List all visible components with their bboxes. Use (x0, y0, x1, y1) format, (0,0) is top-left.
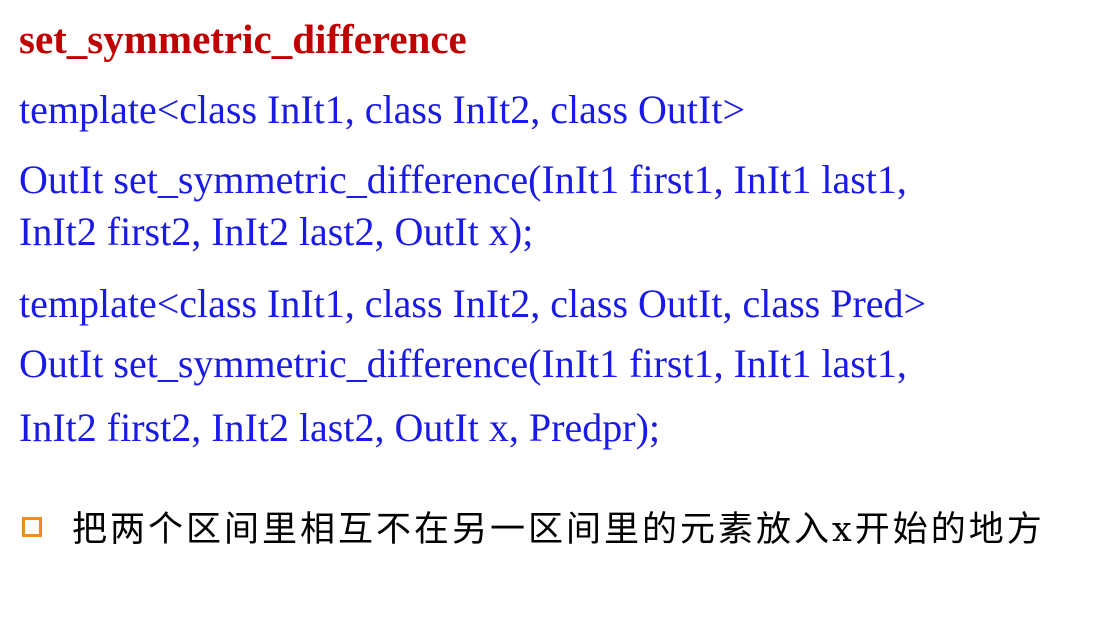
code-line-signature-1a: OutIt set_symmetric_difference(InIt1 fir… (19, 157, 907, 202)
code-line-signature-2b: InIt2 first2, InIt2 last2, OutIt x, Pred… (19, 405, 660, 450)
slide-title: set_symmetric_difference (19, 16, 467, 62)
code-line-template-1: template<class InIt1, class InIt2, class… (19, 87, 746, 132)
code-line-signature-1b: InIt2 first2, InIt2 last2, OutIt x); (19, 209, 534, 254)
code-line-template-2: template<class InIt1, class InIt2, class… (19, 281, 927, 326)
bullet-text: 把两个区间里相互不在另一区间里的元素放入x开始的地方 (72, 510, 1045, 550)
slide: set_symmetric_difference template<class … (0, 0, 1102, 633)
code-line-signature-2a: OutIt set_symmetric_difference(InIt1 fir… (19, 341, 907, 386)
square-bullet-icon (22, 517, 42, 537)
